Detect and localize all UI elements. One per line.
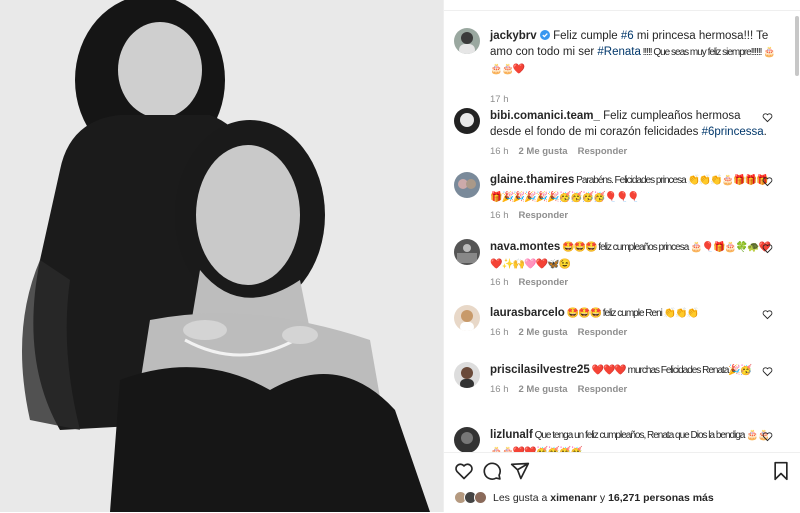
post-photo[interactable] bbox=[0, 0, 443, 512]
comment-text: bibi.comanici.team_ Feliz cumpleaños her… bbox=[490, 108, 775, 140]
panel-header-edge bbox=[444, 0, 800, 11]
like-comment-heart-icon[interactable] bbox=[762, 309, 773, 320]
caption-time: 17 h bbox=[490, 94, 509, 105]
caption-hashtag-6[interactable]: #6 bbox=[621, 30, 634, 42]
comment-username[interactable]: glaine.thamires bbox=[490, 174, 574, 186]
comment-username[interactable]: bibi.comanici.team_ bbox=[490, 110, 600, 122]
caption-username[interactable]: jackybrv bbox=[490, 30, 537, 42]
caption-meta: 17 h bbox=[490, 94, 519, 105]
avatar[interactable] bbox=[454, 305, 480, 331]
caption-text: jackybrv Feliz cumple #6 mi princesa her… bbox=[490, 28, 776, 78]
likes-summary[interactable]: Les gusta a ximenanr y 16,271 personas m… bbox=[454, 491, 714, 504]
comment-time: 16 h bbox=[490, 327, 509, 338]
heart-icon[interactable] bbox=[454, 461, 474, 481]
comment-meta: 16 h 2 Me gusta Responder bbox=[490, 327, 637, 338]
comment-time: 16 h bbox=[490, 384, 509, 395]
comment-time: 16 h bbox=[490, 210, 509, 221]
post-actions: Les gusta a ximenanr y 16,271 personas m… bbox=[444, 452, 800, 513]
like-comment-heart-icon[interactable] bbox=[762, 243, 773, 254]
comment-time: 16 h bbox=[490, 146, 509, 157]
avatar[interactable] bbox=[454, 172, 480, 198]
comment-username[interactable]: laurasbarcelo bbox=[490, 307, 565, 319]
comment-text: nava.montes 🤩🤩🤩 feliz cumpleaños princes… bbox=[490, 239, 775, 273]
share-icon[interactable] bbox=[510, 461, 530, 481]
comment-tail: . bbox=[763, 126, 767, 138]
avatar[interactable] bbox=[454, 239, 480, 265]
comment-hashtag[interactable]: #6princessa bbox=[702, 126, 764, 138]
comment-likes[interactable]: 2 Me gusta bbox=[519, 146, 568, 157]
verified-icon bbox=[539, 30, 550, 40]
comment-text: lizlunalf Que tenga un feliz cumpleaños,… bbox=[490, 427, 775, 452]
comment-body: Que tenga un feliz cumpleaños, Renata qu… bbox=[490, 430, 770, 452]
post-photo-illustration bbox=[0, 0, 443, 512]
comment-time: 16 h bbox=[490, 277, 509, 288]
comment-likes[interactable]: 2 Me gusta bbox=[519, 384, 568, 395]
avatar[interactable] bbox=[454, 427, 480, 452]
bookmark-icon[interactable] bbox=[771, 461, 791, 481]
likes-count[interactable]: 16,271 personas más bbox=[608, 492, 714, 504]
comment-text: glaine.thamires Parabéns. Felicidades pr… bbox=[490, 172, 775, 206]
comment-meta: 16 h Responder bbox=[490, 277, 578, 288]
comment-meta: 16 h 2 Me gusta Responder bbox=[490, 146, 637, 157]
comment-likes[interactable]: 2 Me gusta bbox=[519, 327, 568, 338]
comments-scrollbar[interactable] bbox=[795, 16, 799, 76]
caption-text-part1: Feliz cumple bbox=[553, 30, 621, 42]
comment-meta: 16 h 2 Me gusta Responder bbox=[490, 384, 637, 395]
likes-prefix: Les gusta a bbox=[493, 491, 548, 504]
comment-username[interactable]: nava.montes bbox=[490, 241, 560, 253]
avatar[interactable] bbox=[454, 362, 480, 388]
comment-body: 🤩🤩🤩 feliz cumple Reni 👏👏👏 bbox=[564, 308, 699, 319]
comment-username[interactable]: priscilasilvestre25 bbox=[490, 364, 590, 376]
comments-list[interactable]: jackybrv Feliz cumple #6 mi princesa her… bbox=[444, 14, 784, 452]
reply-button[interactable]: Responder bbox=[578, 384, 628, 395]
like-comment-heart-icon[interactable] bbox=[762, 431, 773, 442]
avatar[interactable] bbox=[454, 108, 480, 134]
likes-suffix: y bbox=[596, 491, 609, 504]
avatar[interactable] bbox=[454, 28, 480, 54]
like-comment-heart-icon[interactable] bbox=[762, 176, 773, 187]
comment-text: laurasbarcelo 🤩🤩🤩 feliz cumple Reni 👏👏👏 bbox=[490, 305, 775, 322]
reply-button[interactable]: Responder bbox=[578, 146, 628, 157]
liker-avatar bbox=[474, 491, 487, 504]
comment-body: ❤️❤️❤️ murchas Felicidades Renata🎉🥳 bbox=[589, 365, 753, 376]
like-comment-heart-icon[interactable] bbox=[762, 366, 773, 377]
likes-user[interactable]: ximenanr bbox=[550, 492, 597, 504]
comment-text: priscilasilvestre25 ❤️❤️❤️ murchas Felic… bbox=[490, 362, 775, 379]
reply-button[interactable]: Responder bbox=[578, 327, 628, 338]
reply-button[interactable]: Responder bbox=[519, 277, 569, 288]
reply-button[interactable]: Responder bbox=[519, 210, 569, 221]
post-side-panel: jackybrv Feliz cumple #6 mi princesa her… bbox=[443, 0, 800, 512]
caption-hashtag-renata[interactable]: #Renata bbox=[597, 46, 640, 58]
comment-icon[interactable] bbox=[482, 461, 502, 481]
comment-username[interactable]: lizlunalf bbox=[490, 429, 533, 441]
comment-meta: 16 h Responder bbox=[490, 210, 578, 221]
like-comment-heart-icon[interactable] bbox=[762, 112, 773, 123]
